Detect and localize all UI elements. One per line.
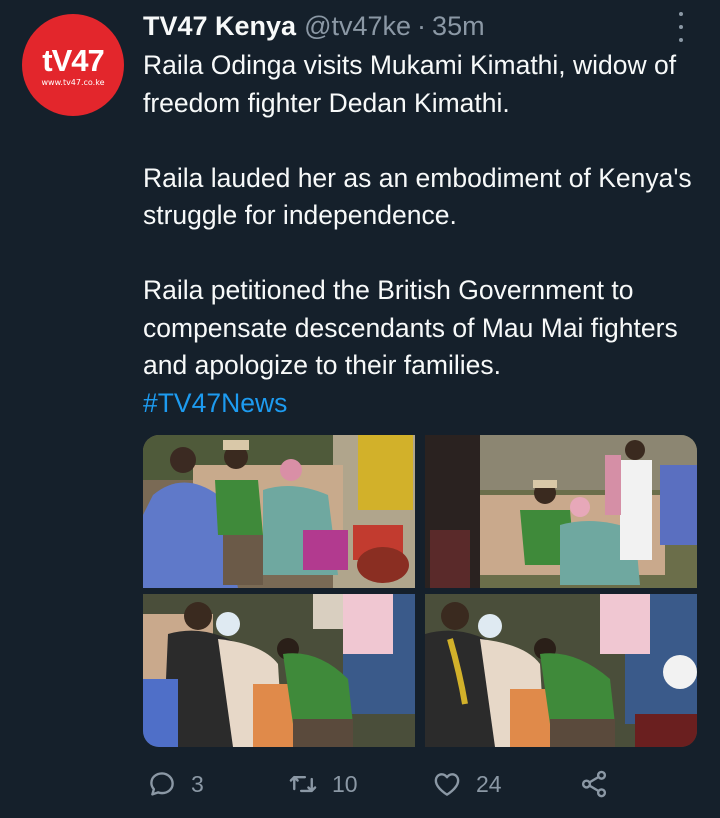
reply-icon [150, 772, 174, 796]
tweet-text: Raila Odinga visits Mukami Kimathi, wido… [143, 47, 703, 422]
tweet-photo-2[interactable] [425, 435, 697, 588]
retweet-count: 10 [332, 770, 358, 797]
tweet-photo-1[interactable] [143, 435, 415, 588]
account-handle[interactable]: @tv47ke [304, 11, 411, 42]
like-icon [434, 773, 460, 796]
reply-count: 3 [191, 770, 204, 797]
tweet-paragraph: Raila lauded her as an embodiment of Ken… [143, 162, 692, 231]
avatar-logo-text: tV47 [42, 43, 104, 78]
avatar-logo-url: www.tv47.co.ke [41, 78, 105, 87]
media-grid [143, 435, 697, 747]
tweet-header: TV47 Kenya @tv47ke · 35m [143, 6, 700, 46]
avatar[interactable]: tV47 www.tv47.co.ke [22, 14, 124, 116]
tweet[interactable]: tV47 www.tv47.co.ke TV47 Kenya @tv47ke ·… [0, 0, 720, 818]
like-count: 24 [476, 770, 502, 797]
tweet-paragraph: Raila petitioned the British Government … [143, 275, 678, 380]
hashtag-link[interactable]: #TV47News [143, 385, 703, 423]
tweet-actions: 3 10 24 [143, 764, 613, 804]
tweet-paragraph: Raila Odinga visits Mukami Kimathi, wido… [143, 50, 677, 118]
retweet-icon [289, 775, 317, 793]
account-name[interactable]: TV47 Kenya [143, 11, 296, 42]
more-icon[interactable] [671, 12, 691, 42]
share-button[interactable] [579, 768, 609, 800]
reply-button[interactable]: 3 [147, 764, 204, 804]
like-button[interactable]: 24 [432, 764, 502, 804]
share-icon [581, 770, 607, 798]
retweet-button[interactable]: 10 [288, 764, 358, 804]
tweet-photo-4[interactable] [425, 594, 697, 747]
timestamp[interactable]: 35m [432, 11, 485, 42]
tweet-photo-3[interactable] [143, 594, 415, 747]
separator-dot: · [417, 10, 427, 41]
